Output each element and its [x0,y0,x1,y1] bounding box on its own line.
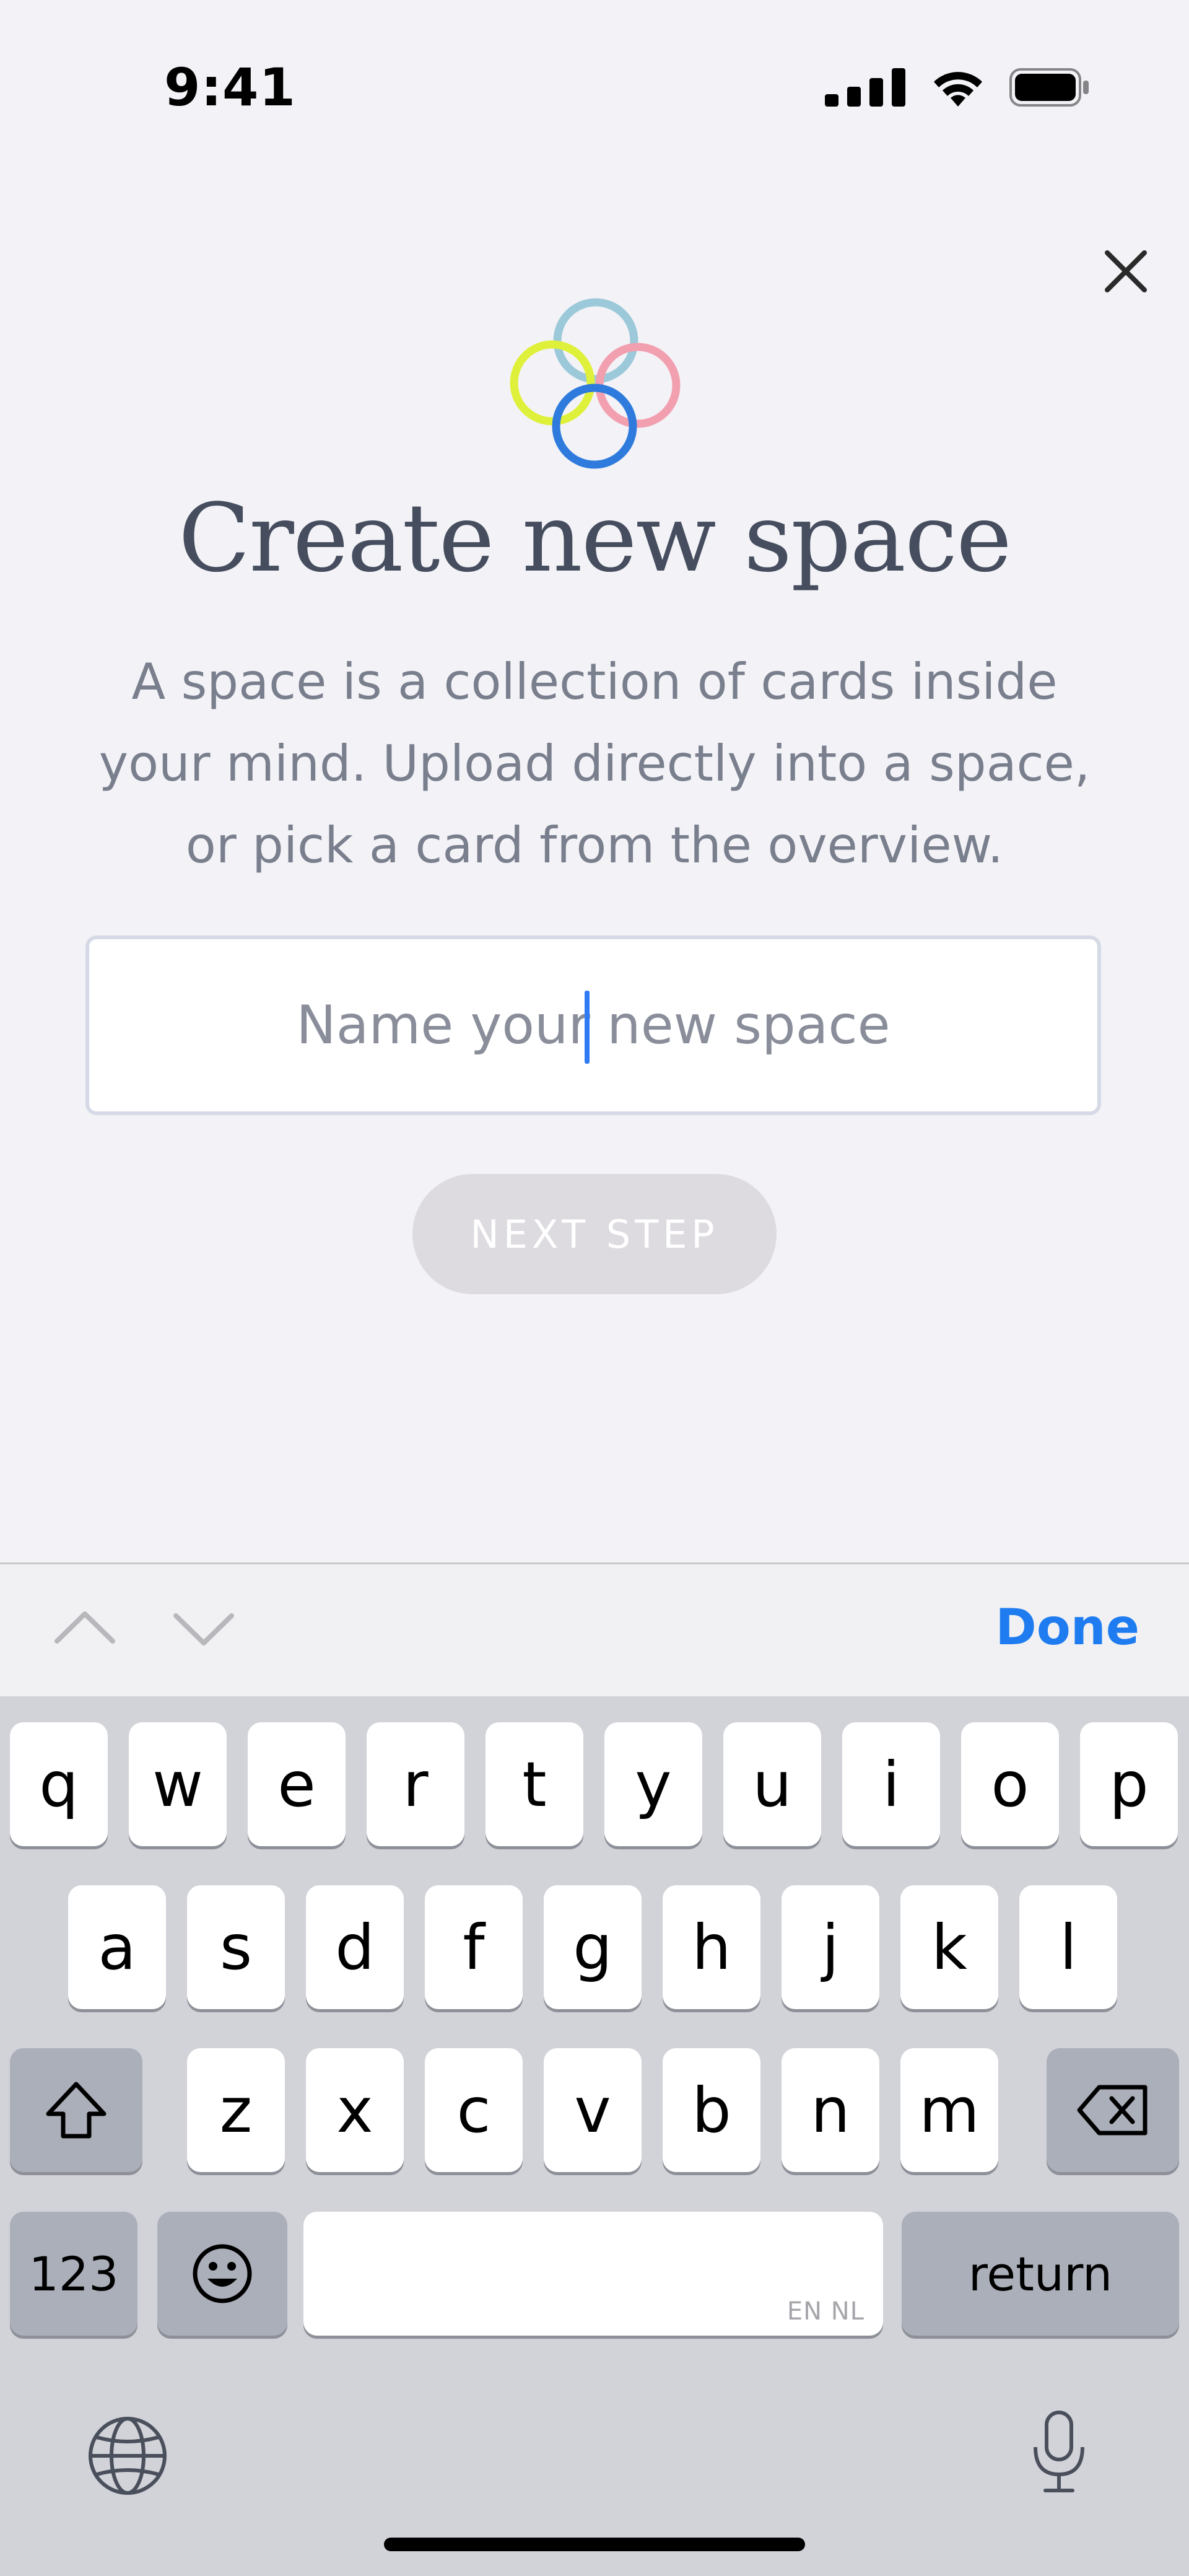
globe-icon [89,2417,167,2495]
key-s[interactable]: s [187,1885,285,2009]
key-e[interactable]: e [248,1722,346,1846]
text-caret [585,991,590,1064]
key-r[interactable]: r [367,1722,464,1846]
key-i[interactable]: i [842,1722,940,1846]
space-name-placeholder: Name your new space [296,991,891,1064]
key-d[interactable]: d [306,1885,404,2009]
shift-icon [46,2082,107,2139]
key-m[interactable]: m [900,2048,998,2172]
dictation-button[interactable] [1028,2409,1090,2498]
done-button[interactable]: Done [995,1598,1139,1656]
key-j[interactable]: j [782,1885,879,2009]
emoji-icon [193,2244,252,2303]
globe-button[interactable] [85,2414,170,2500]
microphone-icon [1034,2411,1084,2492]
key-q[interactable]: q [10,1722,108,1846]
key-c[interactable]: c [425,2048,523,2172]
numbers-key[interactable]: 123 [10,2212,137,2336]
description-line: your mind. Upload directly into a space, [98,735,1091,792]
description-line: or pick a card from the overview. [185,817,1004,874]
home-indicator [384,2538,805,2551]
key-t[interactable]: t [486,1722,583,1846]
key-k[interactable]: k [900,1885,998,2009]
key-y[interactable]: y [604,1722,702,1846]
previous-field-button[interactable] [53,1608,116,1646]
space-key[interactable]: EN NL [303,2212,883,2336]
key-f[interactable]: f [425,1885,523,2009]
description-line: A space is a collection of cards inside [131,653,1058,711]
key-o[interactable]: o [961,1722,1059,1846]
page-title: Create new space [178,483,1012,593]
space-language-label: EN NL [786,2297,865,2326]
next-field-button[interactable] [172,1611,235,1649]
key-z[interactable]: z [187,2048,285,2172]
battery-icon [1009,68,1089,107]
app-logo-rings [510,298,681,469]
status-time: 9:41 [164,57,296,118]
chevron-up-icon [54,1611,115,1644]
return-key[interactable]: return [902,2212,1179,2336]
cellular-signal-icon [825,68,905,107]
key-g[interactable]: g [544,1885,642,2009]
status-icons [825,67,1090,108]
space-name-input[interactable]: Name your new space [85,935,1101,1115]
backspace-icon [1077,2085,1148,2136]
key-x[interactable]: x [306,2048,404,2172]
backspace-key[interactable] [1047,2048,1179,2172]
emoji-key[interactable] [157,2212,287,2336]
shift-key[interactable] [10,2048,142,2172]
key-b[interactable]: b [663,2048,760,2172]
key-p[interactable]: p [1080,1722,1178,1846]
key-l[interactable]: l [1019,1885,1117,2009]
key-v[interactable]: v [544,2048,642,2172]
key-h[interactable]: h [663,1885,760,2009]
chevron-down-icon [173,1613,234,1645]
wifi-icon [934,72,982,107]
close-button[interactable] [1096,242,1156,301]
page-description: A space is a collection of cards inside … [87,641,1102,887]
key-w[interactable]: w [129,1722,227,1846]
next-step-button[interactable]: NEXT STEP [412,1174,777,1294]
key-a[interactable]: a [68,1885,166,2009]
key-n[interactable]: n [782,2048,879,2172]
key-u[interactable]: u [723,1722,821,1846]
close-icon [1105,250,1147,292]
